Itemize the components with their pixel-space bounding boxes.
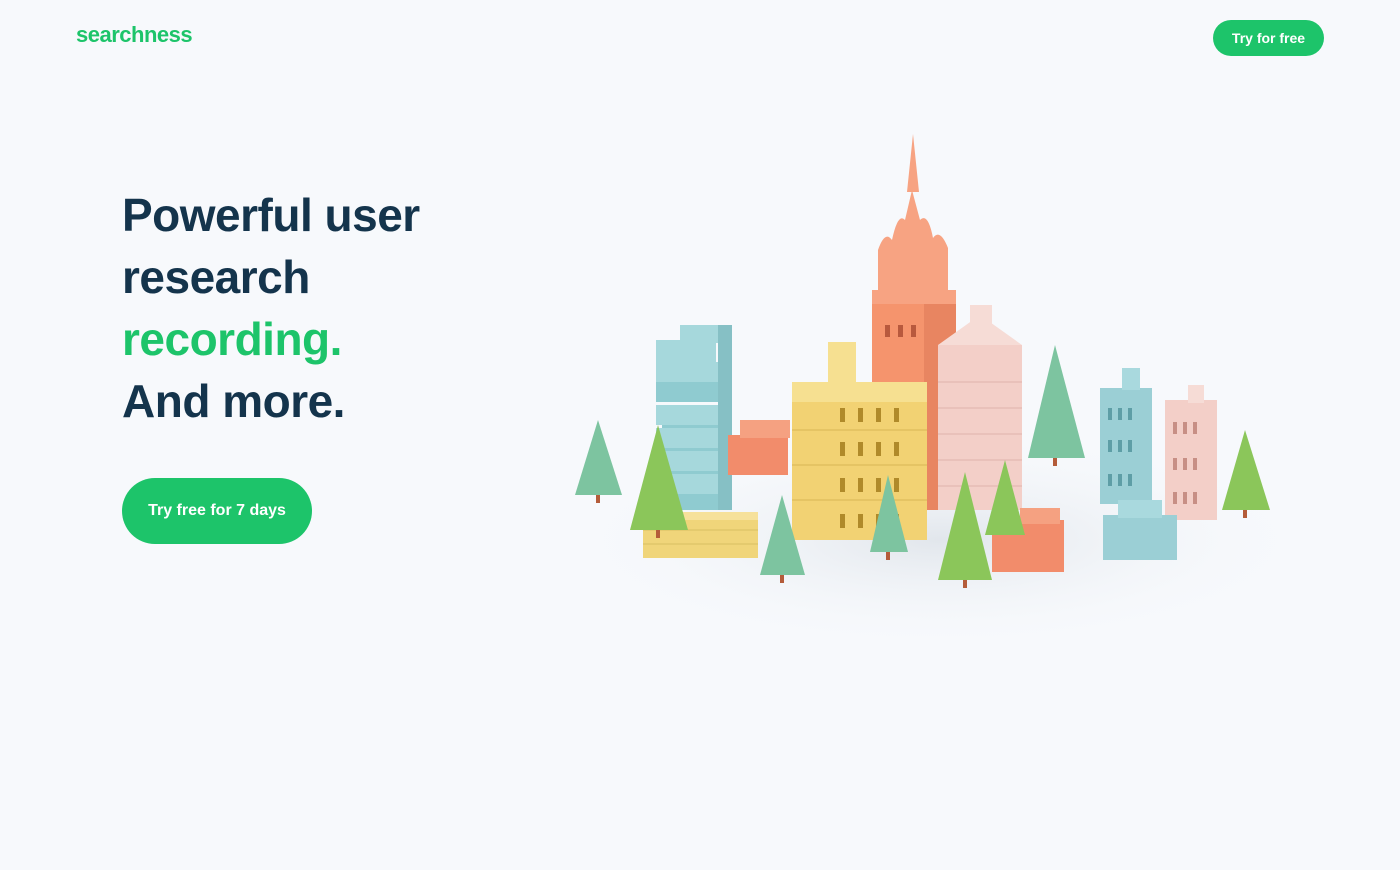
isometric-city-illustration xyxy=(560,134,1320,650)
hero-line-3-accent: recording. xyxy=(122,313,342,365)
hero-line-2: research xyxy=(122,251,310,303)
hero-line-4: And more. xyxy=(122,375,345,427)
brand-logo[interactable]: searchness xyxy=(76,22,193,48)
try-for-free-button[interactable]: Try for free xyxy=(1213,20,1324,56)
orange-small-building-left xyxy=(728,420,790,475)
blue-building-right xyxy=(1100,368,1152,504)
pink-building-right xyxy=(1165,385,1217,520)
try-free-7-days-button[interactable]: Try free for 7 days xyxy=(122,478,312,544)
hero-line-1: Powerful user xyxy=(122,189,420,241)
hero-headline: Powerful user research recording. And mo… xyxy=(122,184,420,432)
